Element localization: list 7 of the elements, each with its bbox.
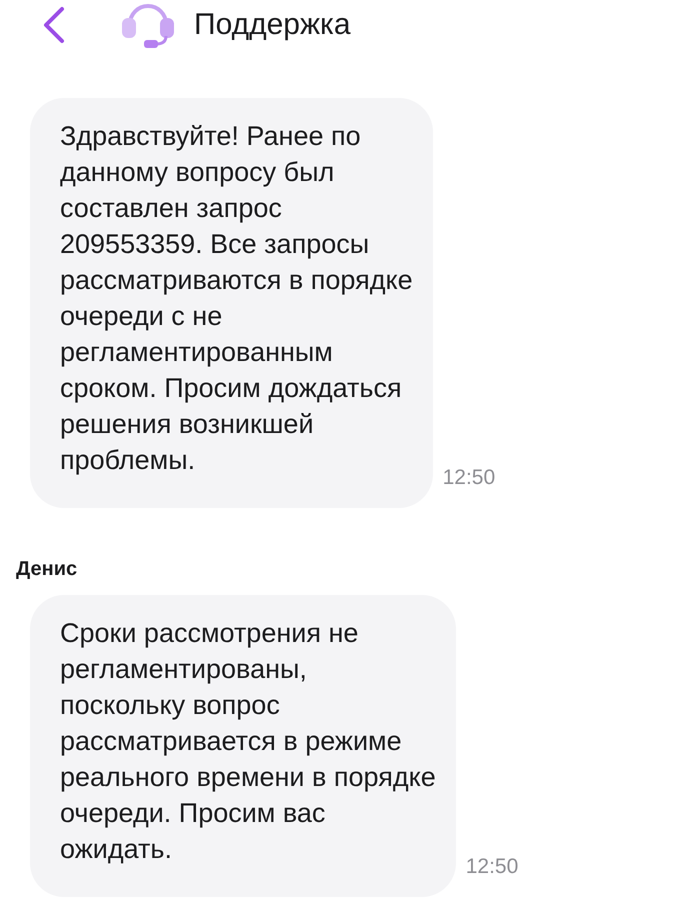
message-bubble: Здравствуйте! Ранее по данному вопросу был составлен запрос 209553359. Все запросы рассматриваются в порядке очереди с не регламентированным сроком. Просим дождаться решения возникшей проблемы. bbox=[30, 98, 433, 508]
sender-name: Денис bbox=[16, 558, 78, 581]
message-time: 12:50 bbox=[442, 466, 496, 490]
back-icon[interactable] bbox=[42, 6, 66, 44]
chat-title: Поддержка bbox=[194, 8, 351, 42]
message-time: 12:50 bbox=[466, 855, 518, 879]
message-bubble: Сроки рассмотрения не регламентированы, поскольку вопрос рассматривается в режиме реального времени в порядке очереди. Просим вас ожидать. bbox=[30, 595, 456, 897]
